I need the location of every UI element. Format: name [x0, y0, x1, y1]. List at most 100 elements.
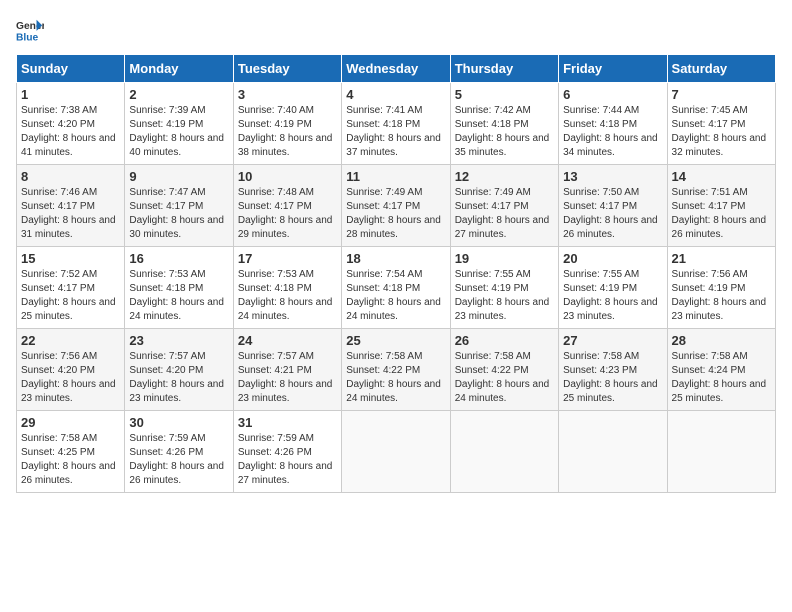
calendar-cell-empty [342, 411, 450, 493]
day-info: Sunrise: 7:40 AMSunset: 4:19 PMDaylight:… [238, 105, 333, 158]
calendar-cell-day-16: 16 Sunrise: 7:53 AMSunset: 4:18 PMDayligh… [125, 247, 233, 329]
calendar-cell-day-18: 18 Sunrise: 7:54 AMSunset: 4:18 PMDayligh… [342, 247, 450, 329]
day-header-thursday: Thursday [450, 55, 558, 83]
day-info: Sunrise: 7:47 AMSunset: 4:17 PMDaylight:… [129, 187, 224, 240]
day-header-friday: Friday [559, 55, 667, 83]
day-info: Sunrise: 7:58 AMSunset: 4:23 PMDaylight:… [563, 351, 658, 404]
calendar-cell-day-24: 24 Sunrise: 7:57 AMSunset: 4:21 PMDayligh… [233, 329, 341, 411]
day-info: Sunrise: 7:54 AMSunset: 4:18 PMDaylight:… [346, 269, 441, 322]
day-info: Sunrise: 7:44 AMSunset: 4:18 PMDaylight:… [563, 105, 658, 158]
day-info: Sunrise: 7:58 AMSunset: 4:24 PMDaylight:… [672, 351, 767, 404]
day-number: 26 [455, 333, 554, 348]
day-info: Sunrise: 7:56 AMSunset: 4:20 PMDaylight:… [21, 351, 116, 404]
day-number: 30 [129, 415, 228, 430]
calendar-cell-day-5: 5 Sunrise: 7:42 AMSunset: 4:18 PMDaylight… [450, 83, 558, 165]
day-number: 10 [238, 169, 337, 184]
day-number: 31 [238, 415, 337, 430]
day-info: Sunrise: 7:59 AMSunset: 4:26 PMDaylight:… [238, 433, 333, 486]
day-number: 27 [563, 333, 662, 348]
calendar-cell-day-3: 3 Sunrise: 7:40 AMSunset: 4:19 PMDaylight… [233, 83, 341, 165]
calendar-cell-day-31: 31 Sunrise: 7:59 AMSunset: 4:26 PMDayligh… [233, 411, 341, 493]
day-number: 25 [346, 333, 445, 348]
day-number: 22 [21, 333, 120, 348]
calendar-week-row: 22 Sunrise: 7:56 AMSunset: 4:20 PMDayligh… [17, 329, 776, 411]
calendar-cell-day-1: 1 Sunrise: 7:38 AMSunset: 4:20 PMDaylight… [17, 83, 125, 165]
calendar-body: 1 Sunrise: 7:38 AMSunset: 4:20 PMDaylight… [17, 83, 776, 493]
calendar-cell-day-11: 11Sunrise: 7:49 AMSunset: 4:17 PMDayligh… [342, 165, 450, 247]
logo: General Blue [16, 16, 44, 44]
calendar-week-row: 29 Sunrise: 7:58 AMSunset: 4:25 PMDayligh… [17, 411, 776, 493]
day-number: 20 [563, 251, 662, 266]
day-info: Sunrise: 7:53 AMSunset: 4:18 PMDaylight:… [238, 269, 333, 322]
calendar-cell-day-17: 17 Sunrise: 7:53 AMSunset: 4:18 PMDayligh… [233, 247, 341, 329]
day-header-monday: Monday [125, 55, 233, 83]
calendar-cell-day-20: 20 Sunrise: 7:55 AMSunset: 4:19 PMDayligh… [559, 247, 667, 329]
day-info: Sunrise: 7:45 AMSunset: 4:17 PMDaylight:… [672, 105, 767, 158]
day-info: Sunrise: 7:57 AMSunset: 4:21 PMDaylight:… [238, 351, 333, 404]
day-header-saturday: Saturday [667, 55, 775, 83]
day-info: Sunrise: 7:58 AMSunset: 4:22 PMDaylight:… [346, 351, 441, 404]
calendar-cell-day-15: 15 Sunrise: 7:52 AMSunset: 4:17 PMDayligh… [17, 247, 125, 329]
calendar-cell-day-29: 29 Sunrise: 7:58 AMSunset: 4:25 PMDayligh… [17, 411, 125, 493]
calendar-week-row: 15 Sunrise: 7:52 AMSunset: 4:17 PMDayligh… [17, 247, 776, 329]
calendar-cell-empty [559, 411, 667, 493]
day-header-sunday: Sunday [17, 55, 125, 83]
day-number: 2 [129, 87, 228, 102]
day-info: Sunrise: 7:42 AMSunset: 4:18 PMDaylight:… [455, 105, 550, 158]
day-info: Sunrise: 7:58 AMSunset: 4:22 PMDaylight:… [455, 351, 550, 404]
day-info: Sunrise: 7:50 AMSunset: 4:17 PMDaylight:… [563, 187, 658, 240]
calendar-cell-empty [450, 411, 558, 493]
calendar-cell-day-14: 14 Sunrise: 7:51 AMSunset: 4:17 PMDayligh… [667, 165, 775, 247]
day-number: 21 [672, 251, 771, 266]
day-number: 29 [21, 415, 120, 430]
header: General Blue [16, 16, 776, 44]
day-info: Sunrise: 7:48 AMSunset: 4:17 PMDaylight:… [238, 187, 333, 240]
day-info: Sunrise: 7:38 AMSunset: 4:20 PMDaylight:… [21, 105, 116, 158]
calendar-cell-day-12: 12Sunrise: 7:49 AMSunset: 4:17 PMDayligh… [450, 165, 558, 247]
calendar-cell-day-10: 10 Sunrise: 7:48 AMSunset: 4:17 PMDayligh… [233, 165, 341, 247]
day-number: 9 [129, 169, 228, 184]
calendar-cell-day-27: 27 Sunrise: 7:58 AMSunset: 4:23 PMDayligh… [559, 329, 667, 411]
day-info: Sunrise: 7:52 AMSunset: 4:17 PMDaylight:… [21, 269, 116, 322]
day-info: Sunrise: 7:41 AMSunset: 4:18 PMDaylight:… [346, 105, 441, 158]
day-number: 13 [563, 169, 662, 184]
day-number: 3 [238, 87, 337, 102]
day-header-wednesday: Wednesday [342, 55, 450, 83]
calendar-cell-day-6: 6 Sunrise: 7:44 AMSunset: 4:18 PMDaylight… [559, 83, 667, 165]
calendar-cell-day-4: 4 Sunrise: 7:41 AMSunset: 4:18 PMDaylight… [342, 83, 450, 165]
calendar-cell-day-19: 19Sunrise: 7:55 AMSunset: 4:19 PMDayligh… [450, 247, 558, 329]
day-info: Sunrise: 7:58 AMSunset: 4:25 PMDaylight:… [21, 433, 116, 486]
day-header-row: SundayMondayTuesdayWednesdayThursdayFrid… [17, 55, 776, 83]
day-number: 4 [346, 87, 445, 102]
day-number: 14 [672, 169, 771, 184]
day-number: 24 [238, 333, 337, 348]
day-number: 28 [672, 333, 771, 348]
day-number: 15 [21, 251, 120, 266]
day-header-tuesday: Tuesday [233, 55, 341, 83]
day-info: Sunrise: 7:55 AMSunset: 4:19 PMDaylight:… [455, 269, 550, 322]
day-info: Sunrise: 7:57 AMSunset: 4:20 PMDaylight:… [129, 351, 224, 404]
day-number: 11 [346, 169, 445, 184]
day-number: 5 [455, 87, 554, 102]
day-number: 7 [672, 87, 771, 102]
day-info: Sunrise: 7:51 AMSunset: 4:17 PMDaylight:… [672, 187, 767, 240]
day-info: Sunrise: 7:59 AMSunset: 4:26 PMDaylight:… [129, 433, 224, 486]
day-number: 17 [238, 251, 337, 266]
day-info: Sunrise: 7:53 AMSunset: 4:18 PMDaylight:… [129, 269, 224, 322]
calendar-cell-day-7: 7 Sunrise: 7:45 AMSunset: 4:17 PMDaylight… [667, 83, 775, 165]
day-info: Sunrise: 7:55 AMSunset: 4:19 PMDaylight:… [563, 269, 658, 322]
calendar-cell-day-2: 2Sunrise: 7:39 AMSunset: 4:19 PMDaylight… [125, 83, 233, 165]
calendar-cell-empty [667, 411, 775, 493]
day-number: 12 [455, 169, 554, 184]
calendar-cell-day-21: 21 Sunrise: 7:56 AMSunset: 4:19 PMDayligh… [667, 247, 775, 329]
calendar-cell-day-8: 8Sunrise: 7:46 AMSunset: 4:17 PMDaylight… [17, 165, 125, 247]
day-info: Sunrise: 7:56 AMSunset: 4:19 PMDaylight:… [672, 269, 767, 322]
day-number: 1 [21, 87, 120, 102]
calendar-cell-day-25: 25 Sunrise: 7:58 AMSunset: 4:22 PMDayligh… [342, 329, 450, 411]
calendar-cell-day-26: 26 Sunrise: 7:58 AMSunset: 4:22 PMDayligh… [450, 329, 558, 411]
day-number: 18 [346, 251, 445, 266]
day-number: 16 [129, 251, 228, 266]
day-number: 6 [563, 87, 662, 102]
calendar-cell-day-9: 9 Sunrise: 7:47 AMSunset: 4:17 PMDaylight… [125, 165, 233, 247]
calendar-cell-day-13: 13 Sunrise: 7:50 AMSunset: 4:17 PMDayligh… [559, 165, 667, 247]
